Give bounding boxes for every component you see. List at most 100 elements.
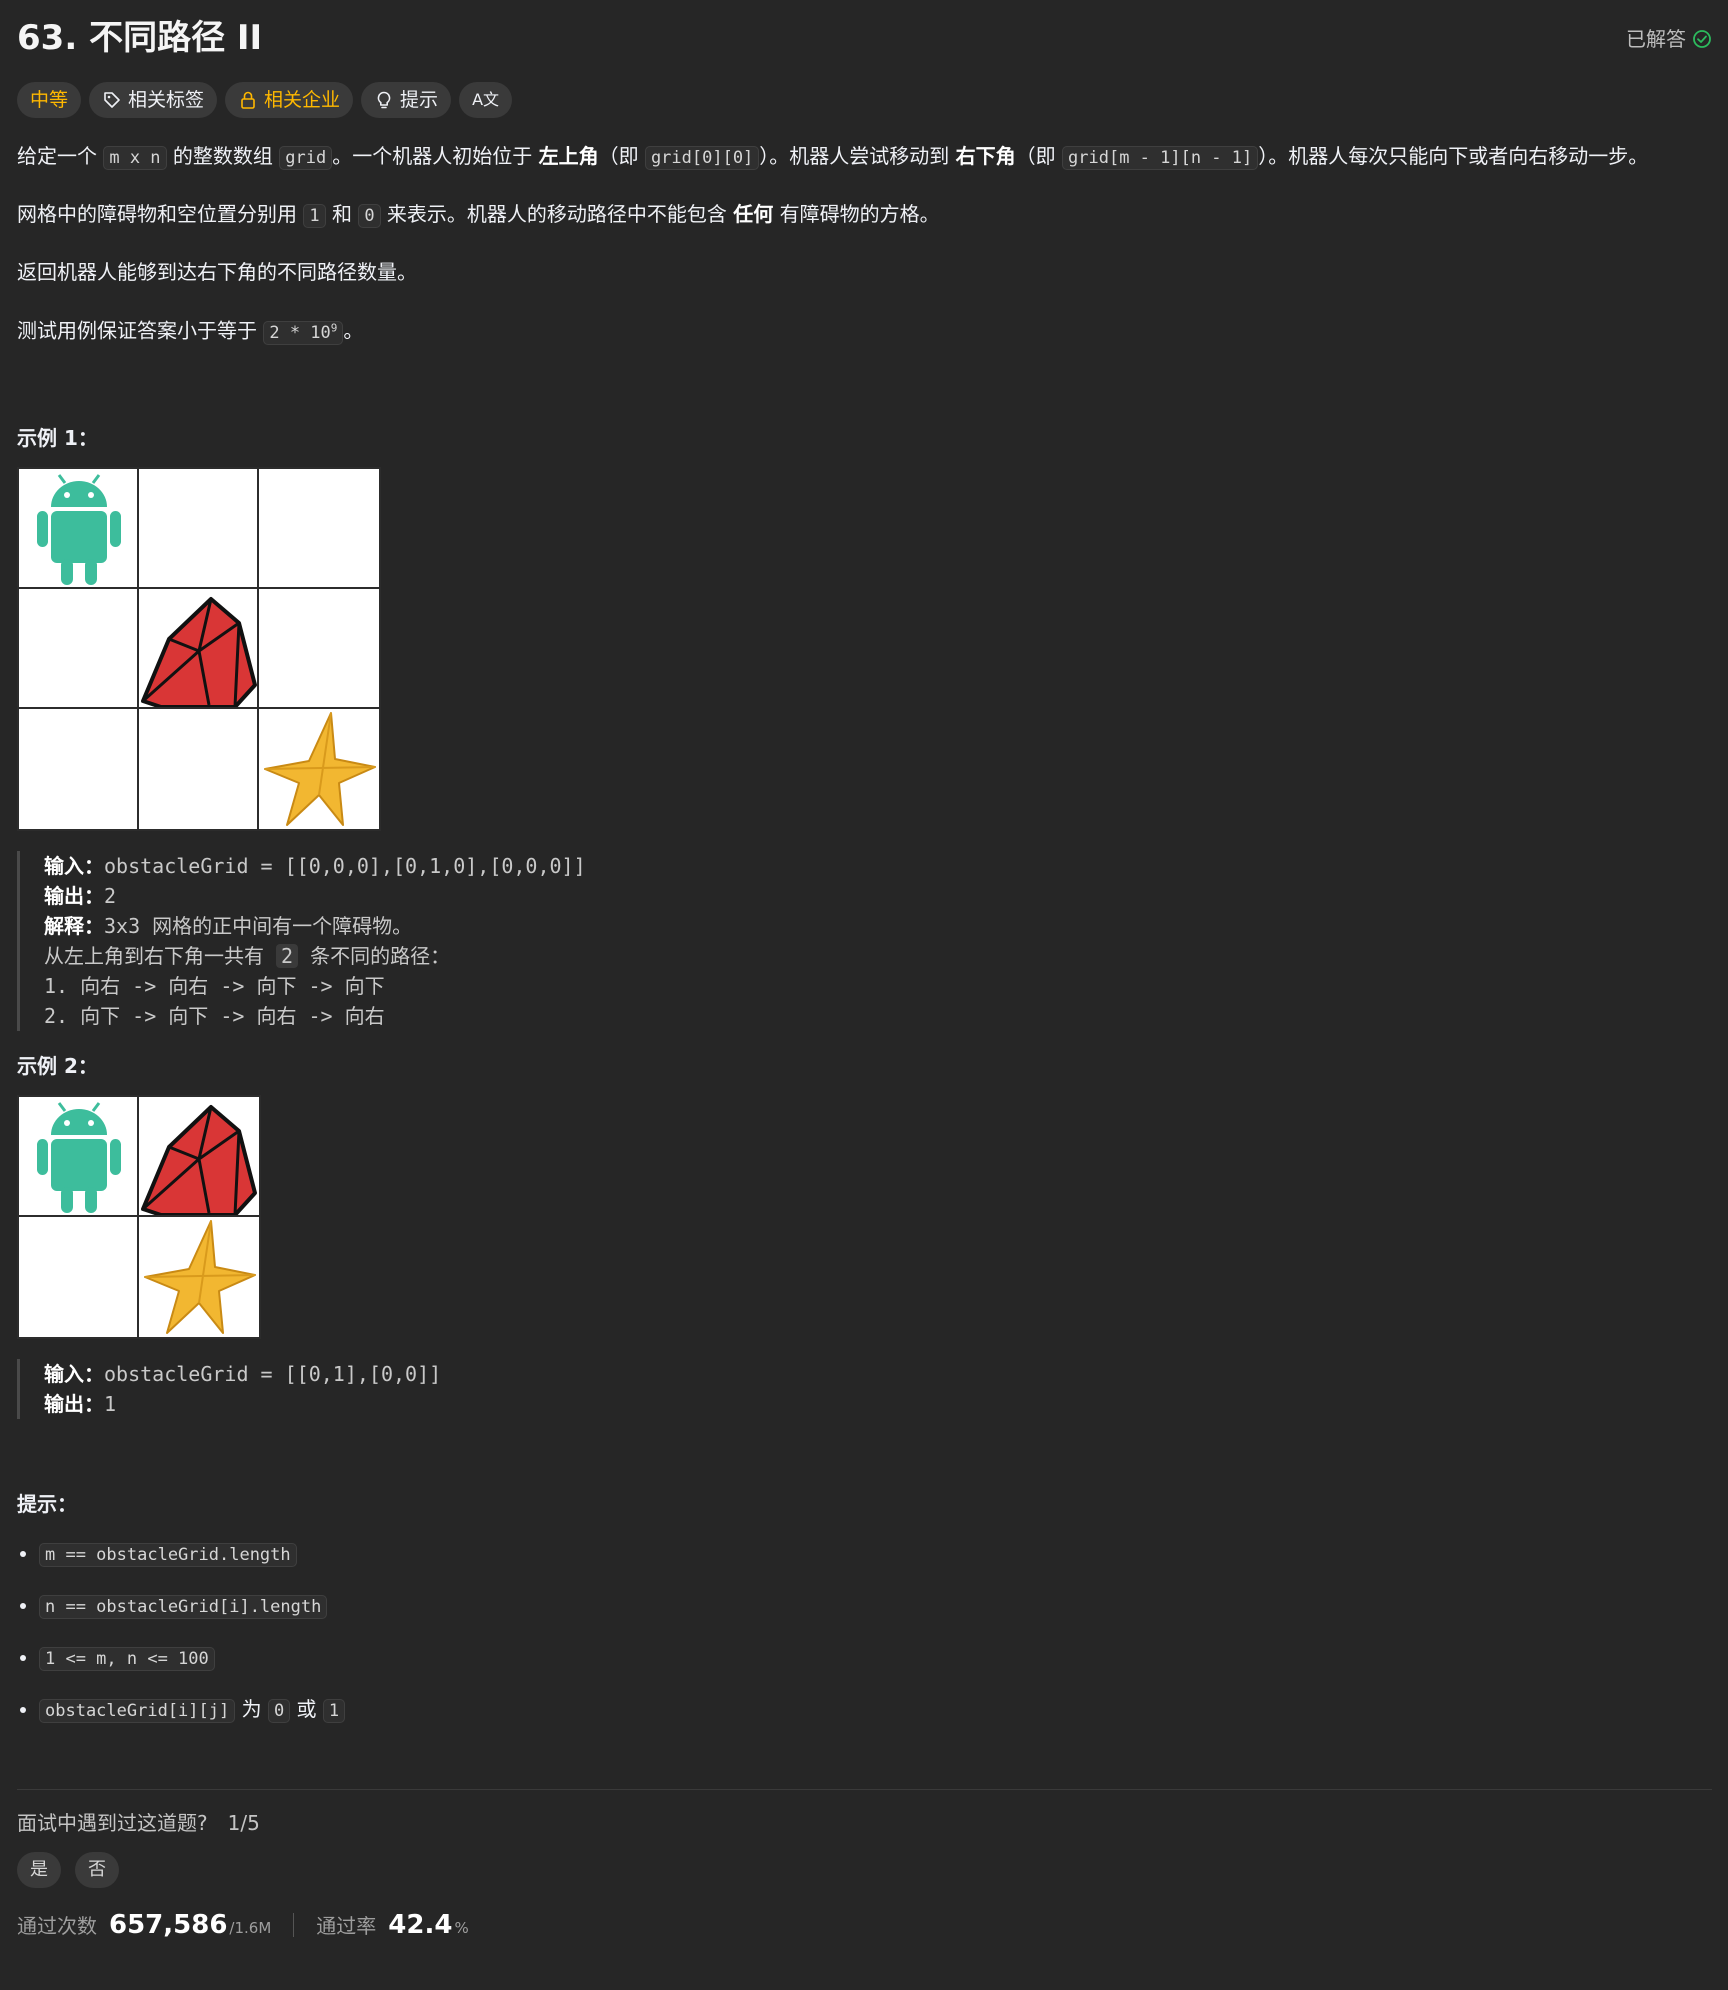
description-paragraph-2: 网格中的障碍物和空位置分别用 1 和 0 来表示。机器人的移动路径中不能包含 任…: [17, 196, 1712, 234]
text: 为: [235, 1696, 268, 1721]
grid-cell-empty: [257, 466, 381, 591]
lock-icon: [241, 91, 255, 109]
inline-code: n == obstacleGrid[i].length: [39, 1594, 328, 1619]
topics-button[interactable]: 相关标签: [89, 82, 218, 118]
solved-status: 已解答: [1626, 24, 1712, 54]
text: 和: [325, 202, 359, 226]
constraints-list: m == obstacleGrid.length n == obstacleGr…: [17, 1535, 1712, 1729]
inline-code: grid[m - 1][n - 1]: [1062, 146, 1259, 170]
companies-button[interactable]: 相关企业: [225, 82, 354, 118]
inline-code: 1: [322, 1698, 346, 1723]
robot-icon: [37, 473, 121, 585]
lightbulb-icon: [377, 91, 391, 109]
section-divider: [17, 1788, 1712, 1790]
rock-obstacle-icon: [141, 596, 257, 709]
stats-separator: [293, 1913, 295, 1938]
text: 来表示。机器人的移动路径中不能包含: [380, 202, 734, 226]
constraint-item: m == obstacleGrid.length: [39, 1535, 1712, 1573]
input-label: 输入：: [44, 853, 104, 878]
solved-label: 已解答: [1626, 27, 1686, 51]
interview-question-label: 面试中遇到过这道题?: [17, 1810, 208, 1835]
constraint-item: obstacleGrid[i][j] 为 0 或 1: [39, 1691, 1712, 1729]
text: ）。机器人尝试移动到: [759, 144, 956, 168]
inline-code: 0: [267, 1698, 291, 1723]
inline-code: m == obstacleGrid.length: [39, 1542, 297, 1567]
output-value: 2: [104, 883, 117, 908]
text: 或: [290, 1696, 323, 1721]
input-label: 输入：: [44, 1361, 104, 1386]
bold-text: 任何: [733, 202, 774, 226]
inline-code: grid[0][0]: [644, 146, 760, 170]
example-path-line: 2. 向下 -> 向下 -> 向右 -> 向右: [44, 1003, 385, 1028]
explain-value: 3x3 网格的正中间有一个障碍物。: [104, 913, 413, 938]
constraint-item: 1 <= m, n <= 100: [39, 1639, 1712, 1677]
text: ）。机器人每次只能向下或者向右移动一步。: [1258, 144, 1649, 168]
no-button[interactable]: 否: [75, 1851, 119, 1888]
acceptance-rate: 42.4: [388, 1909, 453, 1940]
difficulty-label: 中等: [30, 88, 69, 111]
grid-cell-empty: [17, 706, 141, 831]
grid-cell-empty: [17, 586, 141, 711]
example-path-line: 1. 向右 -> 向右 -> 向下 -> 向下: [44, 973, 385, 998]
explain-label: 解释：: [44, 913, 104, 938]
bold-text: 左上角: [538, 144, 599, 168]
inline-code: 2: [276, 943, 299, 968]
submissions-label: 通过次数: [17, 1913, 97, 1938]
grid-cell-finish: [257, 706, 381, 831]
translate-button[interactable]: A文: [459, 82, 513, 118]
rock-obstacle-icon: [141, 1104, 257, 1217]
robot-icon: [37, 1101, 121, 1213]
example-1-block: 输入：obstacleGrid = [[0,0,0],[0,1,0],[0,0,…: [17, 850, 1712, 1031]
text: （即: [598, 144, 645, 168]
text: 。: [343, 318, 364, 343]
example-2-grid-image: [17, 1094, 261, 1339]
submissions-count: 657,586: [109, 1909, 228, 1940]
description-paragraph-1: 给定一个 m x n 的整数数组 grid 。一个机器人初始位于 左上角（即 gr…: [17, 138, 1712, 176]
grid-cell-obstacle: [137, 1094, 261, 1219]
tag-icon: [104, 92, 120, 108]
star-icon: [264, 711, 376, 826]
inline-code: grid: [279, 146, 333, 170]
hint-button[interactable]: 提示: [361, 82, 452, 118]
input-value: obstacleGrid = [[0,1],[0,0]]: [104, 1361, 442, 1386]
input-value: obstacleGrid = [[0,0,0],[0,1,0],[0,0,0]]: [104, 853, 586, 878]
constraint-item: n == obstacleGrid[i].length: [39, 1587, 1712, 1625]
example-2-title: 示例 2：: [17, 1053, 98, 1078]
text: 条不同的路径：: [298, 943, 451, 968]
output-label: 输出：: [44, 1391, 104, 1416]
grid-cell-empty: [137, 466, 261, 591]
constraints-title: 提示：: [17, 1491, 77, 1516]
grid-cell-empty: [137, 706, 261, 831]
acceptance-label: 通过率: [316, 1913, 377, 1938]
interview-question: 面试中遇到过这道题? 1/5: [17, 1808, 1712, 1838]
companies-label: 相关企业: [264, 88, 341, 111]
tag-bar: 中等 相关标签 相关企业 提示 A文: [17, 82, 1712, 118]
text: （即: [1015, 144, 1063, 168]
problem-title: 63. 不同路径 II: [17, 18, 263, 58]
translate-icon: A文: [472, 90, 500, 109]
bold-text: 右下角: [955, 144, 1016, 168]
text: 测试用例保证答案小于等于: [17, 318, 264, 343]
hint-label: 提示: [400, 88, 439, 111]
yes-button[interactable]: 是: [17, 1851, 61, 1888]
example-1-title: 示例 1：: [17, 425, 98, 450]
acceptance-unit: %: [454, 1918, 469, 1937]
text: 2 * 10: [269, 322, 331, 343]
inline-code: 1: [303, 204, 326, 228]
grid-cell-empty: [257, 586, 381, 711]
example-2-block: 输入：obstacleGrid = [[0,1],[0,0]] 输出：1: [17, 1358, 1712, 1419]
grid-cell-start: [17, 466, 141, 591]
inline-code: 0: [358, 204, 381, 228]
grid-cell-start: [17, 1094, 141, 1219]
text: 的整数数组: [166, 144, 280, 168]
star-icon: [144, 1219, 256, 1334]
example-explain-line: 从左上角到右下角一共有 2 条不同的路径：: [44, 941, 1712, 971]
text: 有障碍物的方格。: [773, 202, 940, 226]
inline-code: 1 <= m, n <= 100: [39, 1646, 215, 1671]
stats-bar: 通过次数 657,586 /1.6M 通过率 42.4 %: [17, 1906, 1712, 1945]
superscript: 9: [330, 321, 338, 334]
output-value: 1: [104, 1391, 117, 1416]
interview-answer-buttons: 是 否: [17, 1851, 1712, 1888]
output-label: 输出：: [44, 883, 104, 908]
example-input-line: 输入：obstacleGrid = [[0,1],[0,0]]: [44, 1359, 1712, 1389]
